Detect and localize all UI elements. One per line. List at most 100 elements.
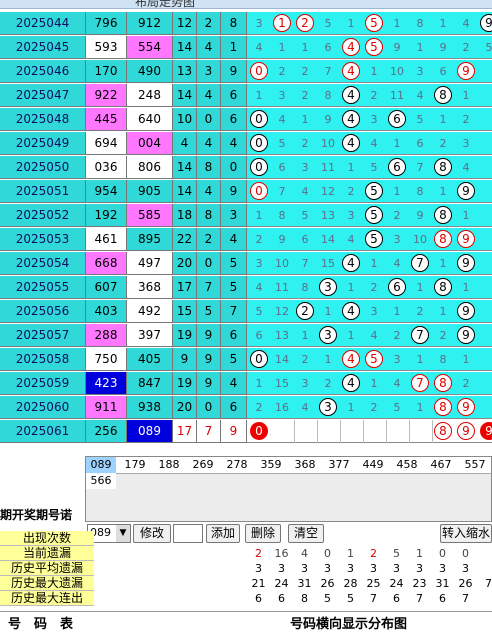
omission-count: 1 xyxy=(301,113,309,126)
omission-count: 4 xyxy=(347,233,355,246)
tail-cell: 2 xyxy=(197,12,221,35)
omission-count: 5 xyxy=(301,209,309,222)
period-header: 期开奖期号诺 xyxy=(0,508,73,522)
omission-count: 1 xyxy=(439,17,447,30)
span-cell: 0 xyxy=(221,156,247,179)
stats-value: 3 xyxy=(362,561,386,576)
edit-header-cell[interactable]: 188 xyxy=(154,457,184,473)
number-ball: 4 xyxy=(342,302,360,320)
draw-number-cell: 256 xyxy=(86,420,127,443)
edit-header-cell[interactable]: 278 xyxy=(222,457,252,473)
stats-value: 6 xyxy=(431,591,455,606)
edit-header-cell[interactable]: 089 xyxy=(86,457,116,473)
number-ball: 9 xyxy=(457,422,475,440)
period-cell: 2025049 xyxy=(0,132,86,155)
edit-entry-cell[interactable]: 566 xyxy=(86,473,116,489)
draw-number-cell: 668 xyxy=(86,252,127,275)
omission-count: 6 xyxy=(301,233,309,246)
omission-count: 10 xyxy=(321,137,335,150)
empty-cell xyxy=(270,420,295,443)
sum-cell: 14 xyxy=(173,156,197,179)
omission-count: 9 xyxy=(324,113,332,126)
omission-count: 4 xyxy=(301,401,309,414)
sum-cell: 20 xyxy=(173,396,197,419)
omission-count: 1 xyxy=(439,305,447,318)
sum-cell: 12 xyxy=(173,12,197,35)
draw-number-cell: 607 xyxy=(86,276,127,299)
distribution-strip: 0 5 2 10 4 4 1 6 2 3 xyxy=(247,132,492,155)
edit-header-cell[interactable]: 368 xyxy=(290,457,320,473)
edit-header-cell[interactable]: 179 xyxy=(120,457,150,473)
omission-count: 7 xyxy=(416,161,424,174)
distribution-strip: 1 8 5 13 3 5 2 9 8 1 xyxy=(247,204,492,227)
span-cell: 1 xyxy=(221,36,247,59)
period-cell: 2025058 xyxy=(0,348,86,371)
omission-count: 2 xyxy=(301,65,309,78)
omission-count: 1 xyxy=(347,281,355,294)
span-cell: 7 xyxy=(221,300,247,323)
distribution-strip: 1 3 2 8 4 2 11 4 8 1 xyxy=(247,84,492,107)
omission-count: 4 xyxy=(278,113,286,126)
number-ball: 0 xyxy=(250,350,268,368)
number-ball: 9 xyxy=(457,254,475,272)
draw-number-cell: 288 xyxy=(86,324,127,347)
omission-count: 2 xyxy=(393,329,401,342)
period-cell: 2025055 xyxy=(0,276,86,299)
omission-count: 4 xyxy=(462,17,470,30)
stats-value: 7 xyxy=(408,591,432,606)
number-table-label: 号 码 表 xyxy=(8,617,74,632)
empty-cell xyxy=(408,420,433,443)
omission-count: 5 xyxy=(278,137,286,150)
edit-header-cell[interactable]: 359 xyxy=(256,457,286,473)
omission-count: 1 xyxy=(462,281,470,294)
combo-number-cell: 806 xyxy=(127,156,173,179)
tail-cell: 4 xyxy=(197,84,221,107)
number-ball: 9 xyxy=(457,326,475,344)
omission-count: 6 xyxy=(439,65,447,78)
number-ball: 4 xyxy=(342,110,360,128)
number-ball: 9 xyxy=(457,62,475,80)
number-ball: 6 xyxy=(388,110,406,128)
sum-cell: 17 xyxy=(173,276,197,299)
stats-value: 25 xyxy=(362,576,386,591)
footer-bar: 号 码 表 号码横向显示分布图 xyxy=(0,611,492,632)
omission-count: 4 xyxy=(301,185,309,198)
stats-value xyxy=(362,531,386,546)
stats-value: 3 xyxy=(293,561,317,576)
table-row: 2025046 170 490 13 3 9 0 2 2 7 4 1 10 3 6 9 xyxy=(0,60,492,84)
combo-number-cell: 492 xyxy=(127,300,173,323)
stats-value: 1 xyxy=(408,546,432,561)
omission-count: 4 xyxy=(393,377,401,390)
edit-header-cell[interactable]: 458 xyxy=(392,457,422,473)
period-cell: 2025060 xyxy=(0,396,86,419)
edit-header-cell[interactable]: 467 xyxy=(426,457,456,473)
period-cell: 2025044 xyxy=(0,12,86,35)
number-ball: 8 xyxy=(434,422,452,440)
stats-value: 16 xyxy=(270,546,294,561)
omission-count: 9 xyxy=(278,233,286,246)
edit-header-cell[interactable]: 377 xyxy=(324,457,354,473)
draw-number-cell: 461 xyxy=(86,228,127,251)
omission-count: 8 xyxy=(416,185,424,198)
distribution-strip: 1 15 3 2 4 1 4 7 8 2 xyxy=(247,372,492,395)
omission-count: 3 xyxy=(416,65,424,78)
omission-count: 2 xyxy=(370,89,378,102)
span-cell: 6 xyxy=(221,396,247,419)
stats-value: 31 xyxy=(431,576,455,591)
sum-cell: 17 xyxy=(173,420,197,443)
omission-count: 8 xyxy=(301,281,309,294)
draw-number-cell: 694 xyxy=(86,132,127,155)
omission-count: 2 xyxy=(301,89,309,102)
omission-count: 2 xyxy=(370,281,378,294)
number-ball: 7 xyxy=(411,374,429,392)
draw-number-cell: 423 xyxy=(86,372,127,395)
distribution-strip: 0899 xyxy=(247,420,492,443)
table-row: 2025047 922 248 14 4 6 1 3 2 8 4 2 11 4 8 1 xyxy=(0,84,492,108)
distribution-strip: 41164591925 xyxy=(247,36,492,59)
edit-header-cell[interactable]: 449 xyxy=(358,457,388,473)
number-ball: 0 xyxy=(250,110,268,128)
omission-count: 4 xyxy=(462,161,470,174)
edit-header-cell[interactable]: 557 xyxy=(460,457,490,473)
omission-count: 2 xyxy=(416,305,424,318)
edit-header-cell[interactable]: 269 xyxy=(188,457,218,473)
